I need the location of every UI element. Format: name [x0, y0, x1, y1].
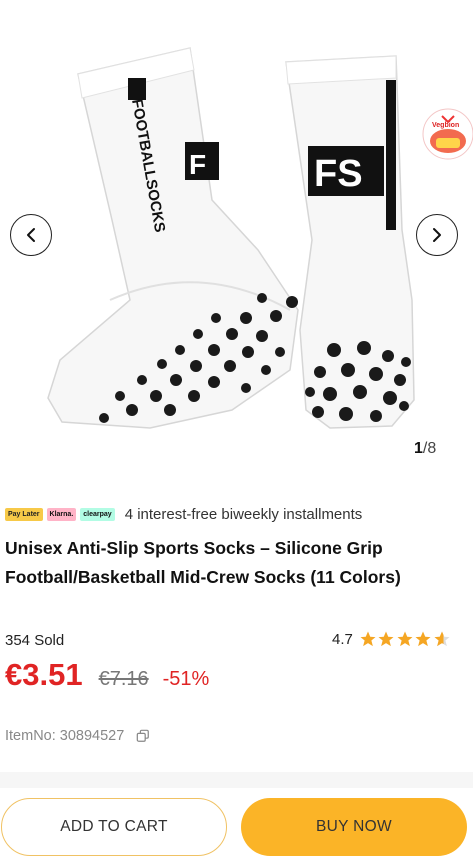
star-icon	[378, 631, 394, 647]
clearpay-badge: clearpay	[80, 507, 115, 521]
installments-text: 4 interest-free biweekly installments	[124, 505, 363, 523]
sold-count: 354 Sold	[5, 632, 65, 649]
price-row: €3.51 €7.16 -51%	[5, 657, 209, 693]
add-to-cart-button[interactable]: ADD TO CART	[1, 798, 227, 856]
chevron-right-icon	[433, 228, 441, 242]
promo-badge-icon[interactable]: Vegbion	[420, 108, 473, 160]
next-image-button[interactable]	[416, 214, 458, 256]
svg-text:Vegbion: Vegbion	[432, 122, 459, 129]
product-title: Unisex Anti-Slip Sports Socks – Silicone…	[5, 538, 401, 587]
payment-options-row[interactable]: Pay Later Klarna. clearpay 4 interest-fr…	[5, 504, 362, 524]
rating-value: 4.7	[332, 630, 353, 648]
svg-text:F: F	[189, 149, 206, 180]
section-divider	[0, 772, 473, 788]
item-number-text: ItemNo: 30894527	[5, 728, 125, 744]
product-image-gallery[interactable]: FOOTBALLSOCKS F FS Vegbion 1/8	[0, 0, 473, 470]
left-sock-image: FOOTBALLSOCKS F	[47, 47, 299, 429]
right-sock-image: FS	[285, 55, 415, 429]
discount-percent: -51%	[162, 668, 210, 690]
paylater-badge: Pay Later	[5, 507, 43, 521]
right-sock-brand-text: FS	[314, 153, 363, 195]
klarna-badge: Klarna.	[46, 507, 77, 521]
image-counter: 1/8	[414, 440, 436, 458]
star-icon	[415, 631, 431, 647]
product-image: FOOTBALLSOCKS F FS	[47, 47, 415, 429]
product-rating[interactable]: 4.7	[332, 630, 451, 648]
buy-now-button[interactable]: BUY NOW	[241, 798, 467, 856]
chevron-left-icon	[27, 228, 35, 242]
star-half-icon	[434, 631, 450, 647]
copy-icon[interactable]	[136, 729, 150, 743]
image-counter-current: 1	[414, 440, 423, 457]
image-counter-total: /8	[422, 440, 437, 457]
original-price: €7.16	[98, 668, 149, 690]
star-icon	[360, 631, 376, 647]
sale-price: €3.51	[5, 657, 83, 692]
previous-image-button[interactable]	[10, 214, 52, 256]
rating-stars	[359, 630, 452, 648]
star-icon	[397, 631, 413, 647]
item-number: ItemNo: 30894527	[5, 728, 150, 744]
